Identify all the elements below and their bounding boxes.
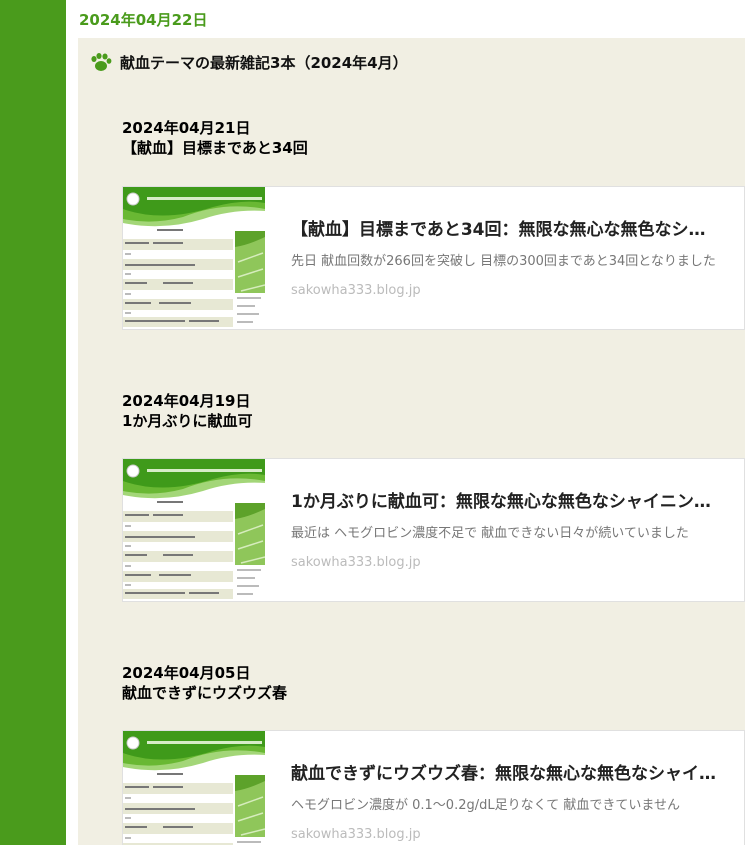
link-card[interactable]: 【献血】目標まであと34回：無限な無心な無色なシャイニング・ブライトリー 先日 … [122,186,745,330]
card-domain: sakowha333.blog.jp [291,283,421,298]
entry-title: 献血できずにウズウズ春 [122,684,288,702]
card-domain: sakowha333.blog.jp [291,827,421,842]
entry-date: 2024年04月21日 [122,119,251,137]
content-panel: 献血テーマの最新雑記3本（2024年4月） 2024年04月21日 【献血】目標… [78,38,745,845]
card-description: ヘモグロビン濃度が 0.1〜0.2g/dL足りなくて 献血できていません [291,798,680,813]
entry-date: 2024年04月19日 [122,392,251,410]
blog-thumbnail [123,731,265,845]
widget-title: 献血テーマの最新雑記3本（2024年4月） [120,54,408,72]
left-sidebar-bar [0,0,66,845]
card-title[interactable]: 献血できずにウズウズ春：無限な無心な無色なシャイニング・ブライトリー [291,759,720,784]
link-card[interactable]: 1か月ぶりに献血可：無限な無心な無色なシャイニング・ブライトリー 最近は ヘモグ… [122,458,745,602]
card-description: 先日 献血回数が266回を突破し 目標の300回まであと34回となりました [291,254,716,269]
entry-title: 1か月ぶりに献血可 [122,412,253,430]
blog-thumbnail [123,187,265,329]
entry: 2024年04月19日 1か月ぶりに献血可 1か月ぶりに献血可：無限な無心な無色… [122,391,745,602]
card-domain: sakowha333.blog.jp [291,555,421,570]
card-title[interactable]: 【献血】目標まであと34回：無限な無心な無色なシャイニング・ブライトリー [291,215,720,240]
card-title[interactable]: 1か月ぶりに献血可：無限な無心な無色なシャイニング・ブライトリー [291,487,720,512]
entry: 2024年04月05日 献血できずにウズウズ春 献血できずにウズウズ春：無限な無… [122,663,745,845]
page-date: 2024年04月22日 [79,11,208,29]
blog-thumbnail [123,459,265,601]
entry: 2024年04月21日 【献血】目標まであと34回 【献血】目標まであと34回：… [122,118,745,330]
link-card[interactable]: 献血できずにウズウズ春：無限な無心な無色なシャイニング・ブライトリー ヘモグロビ… [122,730,745,845]
card-description: 最近は ヘモグロビン濃度不足で 献血できない日々が続いていました [291,526,689,541]
entry-title: 【献血】目標まであと34回 [122,139,308,157]
paw-icon [91,52,112,71]
widget-heading: 献血テーマの最新雑記3本（2024年4月） [90,52,408,73]
entry-date: 2024年04月05日 [122,664,251,682]
